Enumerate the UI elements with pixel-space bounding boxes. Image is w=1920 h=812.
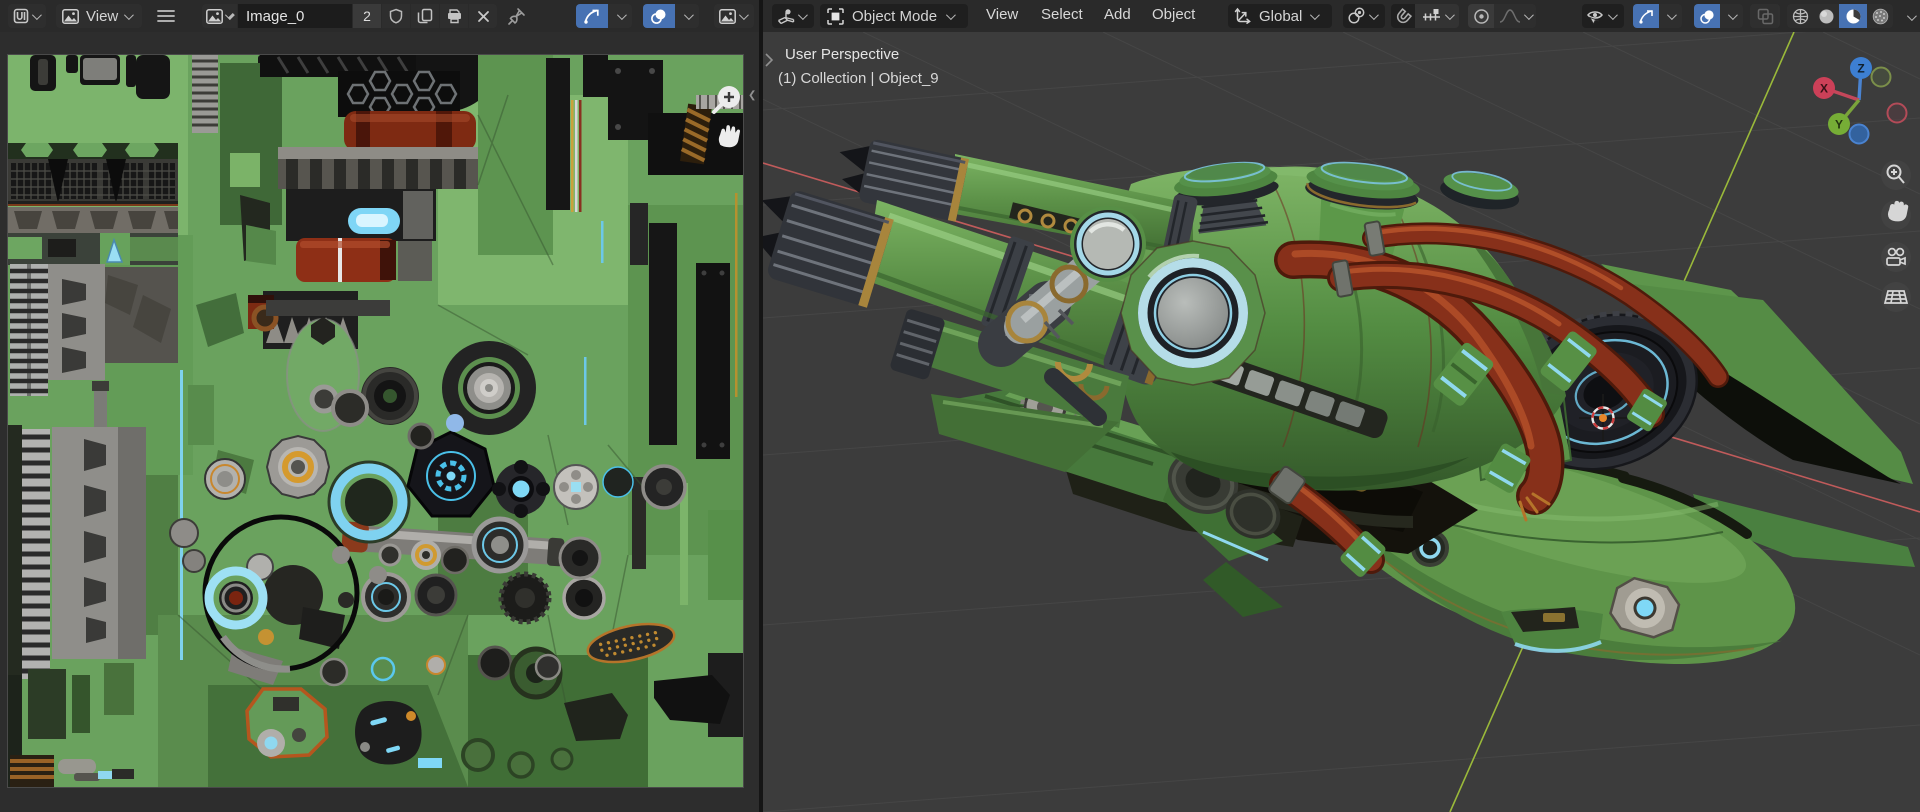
svg-text:Z: Z bbox=[1857, 62, 1864, 76]
svg-text:User Perspective: User Perspective bbox=[785, 46, 899, 63]
svg-text:(1) Collection | Object_9: (1) Collection | Object_9 bbox=[778, 70, 939, 87]
svg-text:X: X bbox=[1820, 82, 1828, 96]
svg-text:Y: Y bbox=[1835, 118, 1843, 132]
